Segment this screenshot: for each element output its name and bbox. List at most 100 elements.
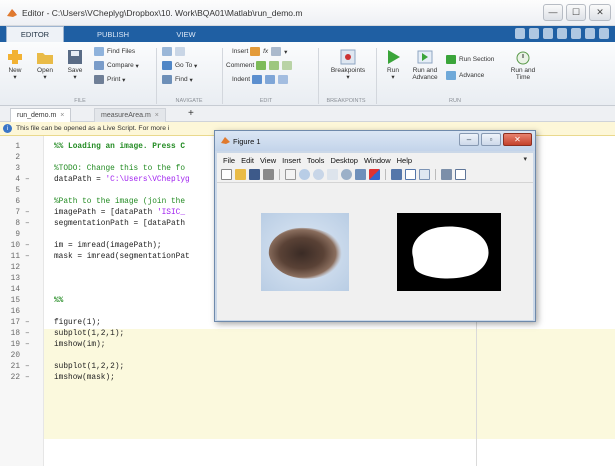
print-figure-icon[interactable]: [263, 169, 274, 180]
new-button[interactable]: New ▾: [4, 48, 26, 82]
run-and-time-label: Run and Time: [510, 67, 536, 81]
run-and-advance-label: Run and Advance: [412, 67, 438, 81]
comment-button[interactable]: Comment: [226, 60, 295, 71]
go-to-button[interactable]: Go To ▾: [162, 60, 197, 71]
matlab-app-icon: [7, 9, 17, 17]
save-button[interactable]: Save ▾: [64, 48, 86, 82]
code-line[interactable]: 21– subplot(1,2,2);: [0, 362, 615, 373]
menu-window[interactable]: Window: [364, 156, 391, 165]
line-number: 12: [10, 264, 20, 272]
open-file-icon[interactable]: [235, 169, 246, 180]
breakpoint-marker[interactable]: –: [25, 219, 30, 230]
compare-button[interactable]: Compare ▾: [94, 60, 139, 71]
menu-edit[interactable]: Edit: [241, 156, 254, 165]
close-button[interactable]: ✕: [589, 4, 611, 21]
compare-label: Compare: [107, 62, 134, 69]
save-icon[interactable]: [515, 28, 525, 39]
toolbar-divider: [435, 169, 436, 180]
doc-tab-measure-area[interactable]: measureArea.m ×: [94, 108, 166, 122]
rotate-3d-icon[interactable]: [341, 169, 352, 180]
hide-plot-tools-icon[interactable]: [441, 169, 452, 180]
ribbon-divider: [318, 48, 319, 104]
breakpoints-button[interactable]: Breakpoints ▾: [326, 48, 370, 82]
pan-icon[interactable]: [327, 169, 338, 180]
breakpoint-marker[interactable]: –: [25, 252, 30, 263]
indent-button[interactable]: Indent: [232, 74, 291, 85]
find-button[interactable]: Find ▾: [162, 74, 193, 85]
code-line[interactable]: 20: [0, 351, 615, 362]
tab-editor[interactable]: EDITOR: [6, 26, 64, 42]
figure-menu-bar: File Edit View Insert Tools Desktop Wind…: [217, 153, 533, 167]
zoom-in-icon[interactable]: [299, 169, 310, 180]
breakpoint-marker[interactable]: –: [25, 329, 30, 340]
line-number: 16: [10, 308, 20, 316]
line-number: 11: [10, 253, 20, 261]
link-plot-icon[interactable]: [391, 169, 402, 180]
tab-publish[interactable]: PUBLISH: [82, 26, 144, 42]
data-cursor-icon[interactable]: [355, 169, 366, 180]
tab-view[interactable]: VIEW: [166, 26, 206, 42]
paste-icon[interactable]: [557, 28, 567, 39]
insert-button[interactable]: Insert fx ▾: [232, 46, 287, 57]
close-tab-icon[interactable]: ×: [155, 112, 159, 119]
new-figure-icon[interactable]: [221, 169, 232, 180]
code-line[interactable]: 18– subplot(1,2,1);: [0, 329, 615, 340]
line-number: 15: [10, 297, 20, 305]
find-files-button[interactable]: Find Files: [94, 46, 135, 57]
run-section-button[interactable]: Run Section: [446, 54, 494, 65]
open-button[interactable]: Open ▾: [34, 48, 56, 82]
doc-tab-run-demo[interactable]: run_demo.m ×: [10, 108, 72, 122]
help-icon[interactable]: [599, 28, 609, 39]
code-text: figure(1);: [54, 319, 101, 327]
insert-legend-icon[interactable]: [419, 169, 430, 180]
cut-icon[interactable]: [529, 28, 539, 39]
toolbar-divider: [385, 169, 386, 180]
brush-icon[interactable]: [369, 169, 380, 180]
insert-colorbar-icon[interactable]: [405, 169, 416, 180]
menu-file[interactable]: File: [223, 156, 235, 165]
run-and-time-button[interactable]: Run and Time: [508, 48, 538, 82]
code-line[interactable]: 19– imshow(im);: [0, 340, 615, 351]
line-number: 18: [10, 330, 20, 338]
show-plot-tools-icon[interactable]: [455, 169, 466, 180]
copy-icon[interactable]: [543, 28, 553, 39]
figure-minimize-button[interactable]: –: [459, 133, 479, 146]
breakpoint-marker[interactable]: –: [25, 373, 30, 384]
breakpoint-marker[interactable]: –: [25, 241, 30, 252]
group-run-label: RUN: [449, 98, 461, 104]
figure-maximize-button[interactable]: ▫: [481, 133, 501, 146]
menu-overflow-icon[interactable]: ▾: [523, 155, 527, 163]
redo-icon[interactable]: [585, 28, 595, 39]
find-icon: [162, 75, 172, 84]
breakpoints-icon: [340, 49, 356, 65]
pointer-icon[interactable]: [285, 169, 296, 180]
breakpoint-marker[interactable]: –: [25, 175, 30, 186]
breakpoint-marker[interactable]: –: [25, 362, 30, 373]
menu-tools[interactable]: Tools: [307, 156, 325, 165]
zoom-out-icon[interactable]: [313, 169, 324, 180]
breakpoint-marker[interactable]: –: [25, 340, 30, 351]
breakpoint-marker[interactable]: –: [25, 208, 30, 219]
menu-help[interactable]: Help: [397, 156, 412, 165]
decrease-indent-icon: [277, 75, 288, 84]
navigate-back-button[interactable]: [162, 46, 188, 57]
menu-view[interactable]: View: [260, 156, 276, 165]
menu-insert[interactable]: Insert: [282, 156, 301, 165]
insert-section-icon: [250, 47, 261, 56]
code-line[interactable]: 22– imshow(mask);: [0, 373, 615, 384]
undo-icon[interactable]: [571, 28, 581, 39]
run-and-advance-button[interactable]: Run and Advance: [408, 48, 442, 82]
close-tab-icon[interactable]: ×: [60, 112, 64, 119]
advance-button[interactable]: Advance: [446, 70, 484, 81]
save-figure-icon[interactable]: [249, 169, 260, 180]
add-tab-button[interactable]: +: [188, 108, 194, 119]
figure-close-button[interactable]: ✕: [503, 133, 532, 146]
run-button[interactable]: Run ▾: [382, 48, 404, 82]
breakpoint-marker[interactable]: –: [25, 318, 30, 329]
code-text-string: 'ISIC_: [156, 209, 186, 217]
minimize-button[interactable]: —: [543, 4, 563, 21]
menu-desktop[interactable]: Desktop: [330, 156, 358, 165]
print-button[interactable]: Print ▾: [94, 74, 125, 85]
maximize-button[interactable]: ☐: [566, 4, 586, 21]
figure-toolbar: [217, 167, 533, 183]
